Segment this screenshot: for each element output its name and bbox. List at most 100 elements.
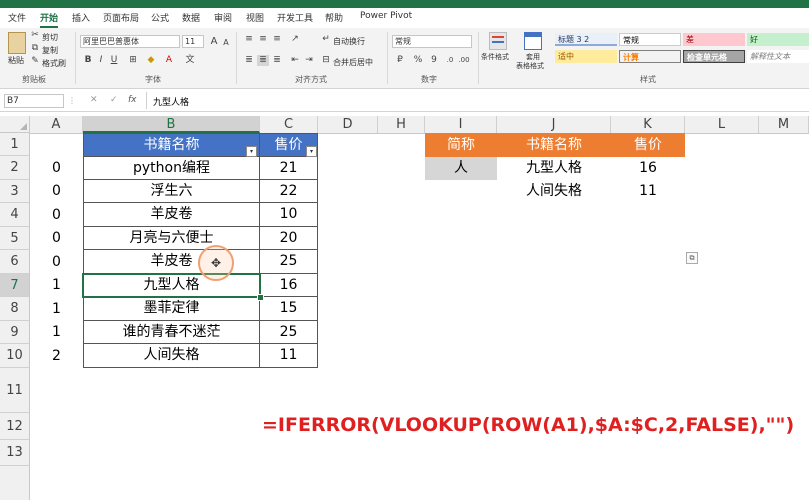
table-cell-c6[interactable]: 25: [259, 250, 318, 274]
row-header-7[interactable]: 7: [0, 274, 30, 297]
column-header-H[interactable]: H: [378, 116, 425, 133]
align-bottom-icon[interactable]: ≡: [271, 34, 283, 45]
cell-a6[interactable]: 0: [30, 250, 83, 274]
select-all-corner[interactable]: [0, 116, 30, 133]
style-heading3[interactable]: 标题 3 2: [555, 33, 617, 46]
lookup-key-cell[interactable]: 人: [425, 157, 497, 180]
row-header-13[interactable]: 13: [0, 440, 30, 466]
tab-view[interactable]: 视图: [246, 11, 264, 24]
row-header-8[interactable]: 8: [0, 297, 30, 321]
style-check-cell[interactable]: 检查单元格: [683, 50, 745, 63]
table-cell-c2[interactable]: 21: [259, 157, 318, 180]
table-cell-b4[interactable]: 羊皮卷: [83, 203, 260, 227]
row-header-11[interactable]: 11: [0, 368, 30, 413]
tab-review[interactable]: 审阅: [214, 11, 232, 24]
table-cell-b2[interactable]: python编程: [83, 157, 260, 180]
align-middle-icon[interactable]: ≡: [257, 34, 269, 45]
row-header-5[interactable]: 5: [0, 227, 30, 250]
table-header-book-name[interactable]: 书籍名称: [83, 133, 260, 157]
paste-icon[interactable]: [8, 32, 26, 54]
row-header-3[interactable]: 3: [0, 180, 30, 203]
column-header-C[interactable]: C: [260, 116, 318, 133]
table-cell-b9[interactable]: 谁的青春不迷茫: [83, 321, 260, 344]
insert-function-icon[interactable]: fx: [128, 95, 137, 105]
font-color-icon[interactable]: A: [163, 55, 175, 66]
table-cell-b7[interactable]: 九型人格: [83, 274, 260, 297]
column-header-K[interactable]: K: [611, 116, 685, 133]
indent-icon[interactable]: ⇤: [289, 55, 301, 66]
style-good[interactable]: 好: [747, 33, 809, 46]
font-size-select[interactable]: 11: [182, 35, 204, 48]
column-header-A[interactable]: A: [30, 116, 83, 133]
lookup-header-price[interactable]: 售价: [611, 133, 685, 157]
align-center-icon[interactable]: ≣: [257, 55, 269, 66]
table-cell-c8[interactable]: 15: [259, 297, 318, 321]
increase-decimal-icon[interactable]: .0: [444, 55, 456, 66]
outdent-icon[interactable]: ⇥: [303, 55, 315, 66]
cell-a9[interactable]: 1: [30, 321, 83, 344]
decrease-decimal-icon[interactable]: .00: [458, 55, 470, 66]
copy-button[interactable]: 复制: [42, 45, 58, 56]
italic-button[interactable]: I: [95, 55, 107, 66]
wrap-text-button[interactable]: 自动换行: [333, 36, 365, 47]
fill-handle[interactable]: [257, 294, 264, 301]
align-top-icon[interactable]: ≡: [243, 34, 255, 45]
tab-power-pivot[interactable]: Power Pivot: [360, 11, 412, 21]
cell-a2[interactable]: 0: [30, 156, 83, 180]
phonetic-icon[interactable]: 文: [184, 55, 196, 66]
lookup-result-name-1[interactable]: 九型人格: [497, 157, 611, 180]
column-header-M[interactable]: M: [759, 116, 809, 133]
tab-formulas[interactable]: 公式: [151, 11, 169, 24]
table-cell-c4[interactable]: 10: [259, 203, 318, 227]
underline-button[interactable]: U: [108, 55, 120, 66]
row-header-4[interactable]: 4: [0, 203, 30, 227]
currency-icon[interactable]: ₽: [394, 55, 406, 66]
shrink-font-icon[interactable]: A: [220, 37, 232, 48]
tab-data[interactable]: 数据: [182, 11, 200, 24]
lookup-result-price-2[interactable]: 11: [611, 180, 685, 203]
tab-home[interactable]: 开始: [40, 11, 59, 28]
paste-options-icon[interactable]: ⧉: [686, 252, 698, 264]
format-painter-button[interactable]: 格式刷: [42, 58, 66, 69]
cell-a8[interactable]: 1: [30, 297, 83, 321]
lookup-result-price-1[interactable]: 16: [611, 157, 685, 180]
row-header-9[interactable]: 9: [0, 321, 30, 344]
grow-font-icon[interactable]: A: [208, 36, 220, 47]
percent-icon[interactable]: %: [412, 55, 424, 66]
lookup-header-book-name[interactable]: 书籍名称: [497, 133, 611, 157]
tab-file[interactable]: 文件: [8, 11, 26, 24]
font-name-select[interactable]: 阿里巴巴普惠体: [80, 35, 180, 48]
cell-a3[interactable]: 0: [30, 180, 83, 203]
cell-a5[interactable]: 0: [30, 227, 83, 250]
column-header-B[interactable]: B: [83, 116, 260, 133]
bold-button[interactable]: B: [82, 55, 94, 66]
align-left-icon[interactable]: ≣: [243, 55, 255, 66]
style-neutral[interactable]: 适中: [555, 50, 617, 63]
format-as-table-line2[interactable]: 表格格式: [516, 61, 544, 71]
conditional-format-button[interactable]: 条件格式: [481, 52, 509, 62]
table-cell-b5[interactable]: 月亮与六便士: [83, 227, 260, 250]
cell-a4[interactable]: 0: [30, 203, 83, 227]
lookup-result-name-2[interactable]: 人间失格: [497, 180, 611, 203]
merge-center-button[interactable]: 合并后居中: [333, 57, 373, 68]
orientation-icon[interactable]: ↗: [289, 34, 301, 45]
style-normal[interactable]: 常规: [619, 33, 681, 46]
column-header-L[interactable]: L: [685, 116, 759, 133]
table-cell-b3[interactable]: 浮生六: [83, 180, 260, 203]
style-bad[interactable]: 差: [683, 33, 745, 46]
table-cell-c7[interactable]: 16: [259, 274, 318, 297]
filter-dropdown-icon[interactable]: ▾: [306, 146, 317, 157]
fill-color-icon[interactable]: ◆: [145, 55, 157, 66]
filter-dropdown-icon[interactable]: ▾: [246, 146, 257, 157]
cell-a10[interactable]: 2: [30, 344, 83, 368]
border-icon[interactable]: ⊞: [127, 55, 139, 66]
row-header-6[interactable]: 6: [0, 250, 30, 274]
cancel-icon[interactable]: ✕: [90, 95, 98, 105]
column-header-I[interactable]: I: [425, 116, 497, 133]
align-right-icon[interactable]: ≣: [271, 55, 283, 66]
formula-content[interactable]: 九型人格: [153, 95, 189, 108]
style-explanatory[interactable]: 解释性文本: [747, 50, 809, 63]
row-header-10[interactable]: 10: [0, 344, 30, 368]
comma-style-icon[interactable]: 9: [428, 55, 440, 66]
paste-button[interactable]: 粘贴: [8, 55, 24, 66]
